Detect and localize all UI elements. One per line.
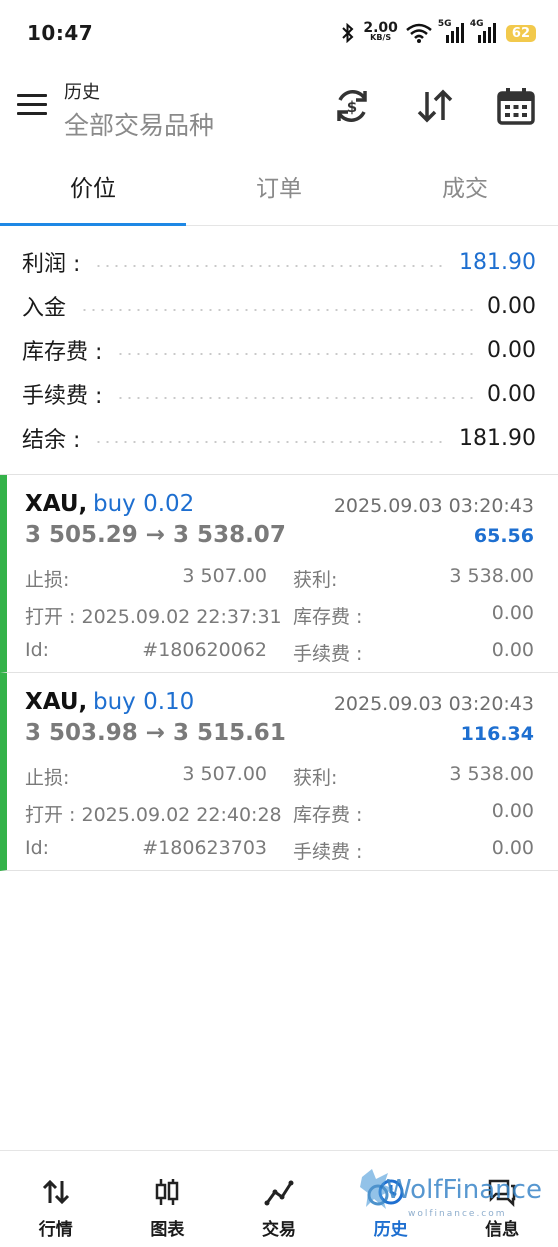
- deal-details: 止损: 3 507.00 获利: 3 538.00 打开 : 2025.09.0…: [25, 565, 534, 676]
- tp-label: 获利:: [293, 569, 338, 591]
- deal-time: 2025.09.03 03:20:43: [333, 495, 534, 517]
- summary-label: 入金: [22, 296, 67, 321]
- deal-symbol: XAU,: [25, 689, 88, 715]
- nav-trade[interactable]: 交易: [223, 1151, 335, 1247]
- trade-line-icon: [264, 1180, 294, 1206]
- swap-label: 库存费 :: [293, 804, 363, 826]
- sl-label: 止损:: [25, 569, 70, 591]
- status-icons: 2.00 KB/S 5G 4G 62: [341, 19, 536, 43]
- summary-row-deposit: 入金 0.00: [0, 284, 558, 328]
- deal-symbol: XAU,: [25, 491, 88, 517]
- dotted-leader: [80, 309, 474, 311]
- sim1-label: 5G: [437, 19, 452, 29]
- calendar-icon[interactable]: [496, 86, 536, 126]
- app-header: 历史 全部交易品种 $: [0, 66, 558, 152]
- sl-value: 3 507.00: [182, 565, 267, 587]
- summary-row-profit: 利润 : 181.90: [0, 240, 558, 284]
- currency-exchange-icon[interactable]: $: [332, 86, 372, 126]
- sim2-label: 4G: [469, 19, 484, 29]
- summary-row-swap: 库存费 : 0.00: [0, 328, 558, 372]
- id-label: Id:: [25, 837, 50, 859]
- id-value: #180623703: [142, 837, 267, 859]
- net-speed: 2.00 KB/S: [363, 20, 398, 43]
- deal-profit: 116.34: [460, 723, 534, 745]
- net-speed-value: 2.00: [363, 20, 398, 36]
- open-time: 打开 : 2025.09.02 22:40:28: [25, 804, 282, 826]
- summary: 利润 : 181.90 入金 0.00 库存费 : 0.00 手续费 : 0.0…: [0, 240, 558, 460]
- summary-label: 利润 :: [22, 252, 81, 277]
- deals-list: XAU, buy 0.02 2025.09.03 03:20:43 3 505.…: [0, 474, 558, 871]
- symbol-filter[interactable]: 全部交易品种: [64, 106, 214, 142]
- summary-label: 手续费 :: [22, 384, 103, 409]
- nav-label: 行情: [38, 1220, 73, 1240]
- swap-value: 0.00: [491, 800, 534, 822]
- summary-value: 0.00: [487, 337, 536, 363]
- swap-value: 0.00: [491, 602, 534, 624]
- watermark-logo: WolfFinance wolfinance.com: [356, 1163, 546, 1233]
- fee-value: 0.00: [491, 639, 534, 661]
- sort-icon[interactable]: [415, 86, 455, 126]
- net-speed-unit: KB/S: [370, 33, 392, 42]
- nav-label: 交易: [261, 1220, 296, 1240]
- tab-orders[interactable]: 订单: [186, 152, 372, 225]
- tp-label: 获利:: [293, 767, 338, 789]
- deal-prices: 3 505.29 → 3 538.07: [25, 522, 286, 548]
- candlestick-icon: [156, 1179, 179, 1205]
- wifi-icon: [406, 23, 432, 43]
- status-time: 10:47: [27, 21, 94, 45]
- tabs: 价位 订单 成交: [0, 152, 558, 226]
- dotted-leader: [116, 353, 474, 355]
- list-item[interactable]: XAU, buy 0.02 2025.09.03 03:20:43 3 505.…: [0, 475, 558, 673]
- summary-row-commission: 手续费 : 0.00: [0, 372, 558, 416]
- id-value: #180620062: [142, 639, 267, 661]
- svg-text:$: $: [347, 98, 357, 116]
- dotted-leader: [116, 397, 474, 399]
- bluetooth-icon: [342, 23, 354, 43]
- signal-sim1: 5G: [438, 19, 464, 43]
- deal-time: 2025.09.03 03:20:43: [333, 693, 534, 715]
- swap-label: 库存费 :: [293, 606, 363, 628]
- deal-profit: 65.56: [473, 525, 534, 547]
- summary-value: 0.00: [487, 293, 536, 319]
- fee-label: 手续费 :: [293, 841, 363, 863]
- status-bar: 10:47 2.00 KB/S 5G 4G 62: [0, 0, 558, 66]
- signal-sim2: 4G: [470, 19, 496, 43]
- summary-label: 库存费 :: [22, 340, 103, 365]
- summary-value: 181.90: [459, 425, 536, 451]
- fee-label: 手续费 :: [293, 643, 363, 665]
- quotes-arrows-icon: [42, 1179, 69, 1205]
- summary-value: 0.00: [487, 381, 536, 407]
- deal-prices: 3 503.98 → 3 515.61: [25, 720, 286, 746]
- list-item[interactable]: XAU, buy 0.10 2025.09.03 03:20:43 3 503.…: [0, 673, 558, 871]
- tab-deals[interactable]: 成交: [372, 152, 558, 225]
- tp-value: 3 538.00: [449, 565, 534, 587]
- summary-row-balance: 结余 : 181.90: [0, 416, 558, 460]
- summary-label: 结余 :: [22, 428, 81, 453]
- nav-chart[interactable]: 图表: [112, 1151, 224, 1247]
- tab-positions[interactable]: 价位: [0, 152, 186, 226]
- sl-label: 止损:: [25, 767, 70, 789]
- deal-type: buy 0.10: [93, 689, 195, 715]
- nav-quotes[interactable]: 行情: [0, 1151, 112, 1247]
- page-title: 历史: [64, 82, 100, 103]
- open-time: 打开 : 2025.09.02 22:37:31: [25, 606, 282, 628]
- battery-indicator: 62: [505, 24, 536, 42]
- deal-type: buy 0.02: [93, 491, 195, 517]
- sl-value: 3 507.00: [182, 763, 267, 785]
- fee-value: 0.00: [491, 837, 534, 859]
- tp-value: 3 538.00: [449, 763, 534, 785]
- id-label: Id:: [25, 639, 50, 661]
- dotted-leader: [94, 441, 446, 443]
- nav-label: 图表: [150, 1220, 185, 1240]
- watermark-url: wolfinance.com: [408, 1209, 507, 1219]
- dotted-leader: [94, 265, 446, 267]
- watermark-brand: WolfFinance: [386, 1175, 542, 1205]
- summary-value: 181.90: [459, 249, 536, 275]
- menu-icon[interactable]: [17, 94, 47, 118]
- deal-details: 止损: 3 507.00 获利: 3 538.00 打开 : 2025.09.0…: [25, 763, 534, 874]
